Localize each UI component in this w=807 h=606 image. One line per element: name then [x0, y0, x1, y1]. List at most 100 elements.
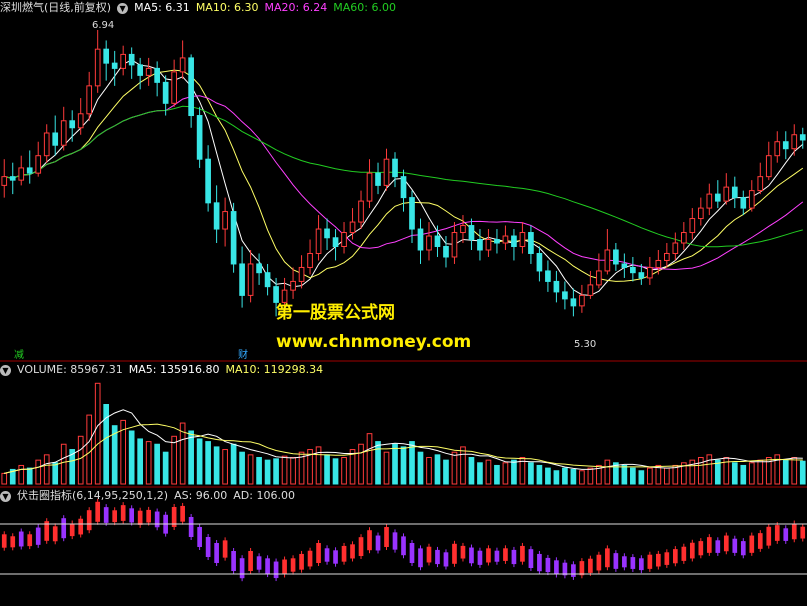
candle: [417, 218, 424, 264]
candle-body: [264, 272, 271, 288]
indicator-bar: [774, 522, 780, 544]
volume-bar: [545, 467, 551, 485]
indicator-body: [477, 550, 483, 565]
candle: [723, 173, 730, 205]
volume-bar: [162, 451, 169, 485]
candle: [562, 281, 568, 310]
indicator-bar: [69, 520, 75, 540]
chevron-down-icon[interactable]: ▼: [117, 2, 129, 14]
candle: [528, 225, 534, 264]
indicator-body: [69, 523, 75, 537]
candle: [383, 148, 390, 191]
indicator-bar: [384, 524, 389, 550]
volume-bar: [621, 464, 628, 485]
indicator-bar: [656, 550, 661, 570]
candle: [630, 256, 636, 282]
volume-bar: [366, 433, 373, 485]
candle: [545, 260, 551, 292]
candle: [103, 40, 110, 81]
indicator-bar: [86, 507, 92, 534]
indicator-body: [282, 559, 287, 575]
candle-body: [349, 221, 356, 234]
chevron-down-icon[interactable]: ▼: [0, 364, 11, 376]
candle: [706, 183, 713, 216]
indicator-bar: [299, 550, 304, 573]
candle: [714, 180, 721, 209]
indicator-bar: [630, 554, 636, 572]
candle-body: [502, 235, 509, 244]
candle-body: [18, 167, 25, 181]
indicator-bar: [732, 535, 738, 556]
volume-bar: [502, 462, 509, 485]
price-chart-canvas: [0, 29, 807, 582]
volume-bar: [392, 443, 398, 485]
candle-body: [358, 200, 364, 223]
indicator-body: [656, 553, 661, 567]
indicator-bar: [188, 514, 194, 540]
indicator-bar: [486, 545, 491, 566]
volume-bar: [281, 455, 288, 485]
candle-body: [451, 232, 458, 258]
indicator-body: [120, 505, 126, 521]
indicator-bar: [766, 523, 772, 549]
volume-bar: [409, 441, 415, 485]
candle: [570, 288, 577, 317]
volume-bar: [18, 464, 25, 485]
candle: [774, 131, 781, 163]
volume-bar: [494, 464, 500, 485]
candle: [324, 218, 330, 250]
candle: [502, 225, 509, 250]
volume-bars: [1, 382, 806, 485]
candle-body: [485, 239, 492, 251]
indicator-body: [469, 547, 474, 564]
candle: [579, 284, 585, 313]
candle-body: [587, 284, 594, 296]
indicator-body: [112, 510, 118, 523]
volume-bar: [748, 462, 755, 485]
indicator-body: [78, 518, 84, 535]
candle-body: [765, 155, 772, 178]
indicator-bar: [426, 543, 432, 566]
indicator-body: [494, 550, 500, 562]
candle: [247, 249, 254, 303]
indicator-bar: [783, 525, 789, 544]
candle-body: [519, 232, 526, 247]
candle-body: [205, 158, 211, 204]
indicator-body: [426, 546, 432, 563]
indicator-body: [180, 505, 185, 522]
candle: [621, 253, 628, 278]
candle: [290, 267, 296, 299]
volume-bar: [213, 446, 220, 485]
volume-bar: [528, 462, 534, 485]
indicator-bar: [375, 532, 381, 554]
indicator-bar: [333, 547, 338, 567]
indicator-body: [367, 530, 372, 551]
stock-name[interactable]: 深圳燃气(日线,前复权): [0, 1, 111, 14]
indicator-bar: [197, 524, 202, 550]
indicator-body: [435, 549, 440, 565]
candle: [553, 270, 560, 303]
volume-bar: [35, 459, 42, 485]
volume-bar: [290, 457, 296, 485]
indicator-body: [290, 558, 296, 572]
volume-ma10-label: MA10: 119298.34: [225, 363, 324, 376]
indicator-body: [265, 558, 270, 575]
volume-bar: [655, 464, 662, 485]
chevron-down-icon[interactable]: ▼: [0, 490, 11, 502]
indicator-body: [706, 537, 712, 553]
volume-bar: [60, 443, 67, 485]
main-panel-header: 深圳燃气(日线,前复权) ▼ MA5: 6.31 MA10: 6.30 MA20: 6.…: [0, 0, 402, 16]
candle: [171, 59, 177, 107]
candle-body: [26, 167, 33, 174]
indicator-bar: [452, 540, 457, 567]
candle-body: [748, 190, 755, 209]
indicator-bar: [622, 553, 627, 571]
indicator-bar: [52, 523, 58, 545]
indicator-body: [214, 543, 219, 563]
indicator-bar: [129, 505, 135, 526]
candle-body: [468, 225, 475, 241]
indicator-bar: [180, 502, 185, 525]
candle-body: [60, 120, 67, 146]
candle: [205, 145, 211, 212]
candle: [230, 202, 237, 273]
